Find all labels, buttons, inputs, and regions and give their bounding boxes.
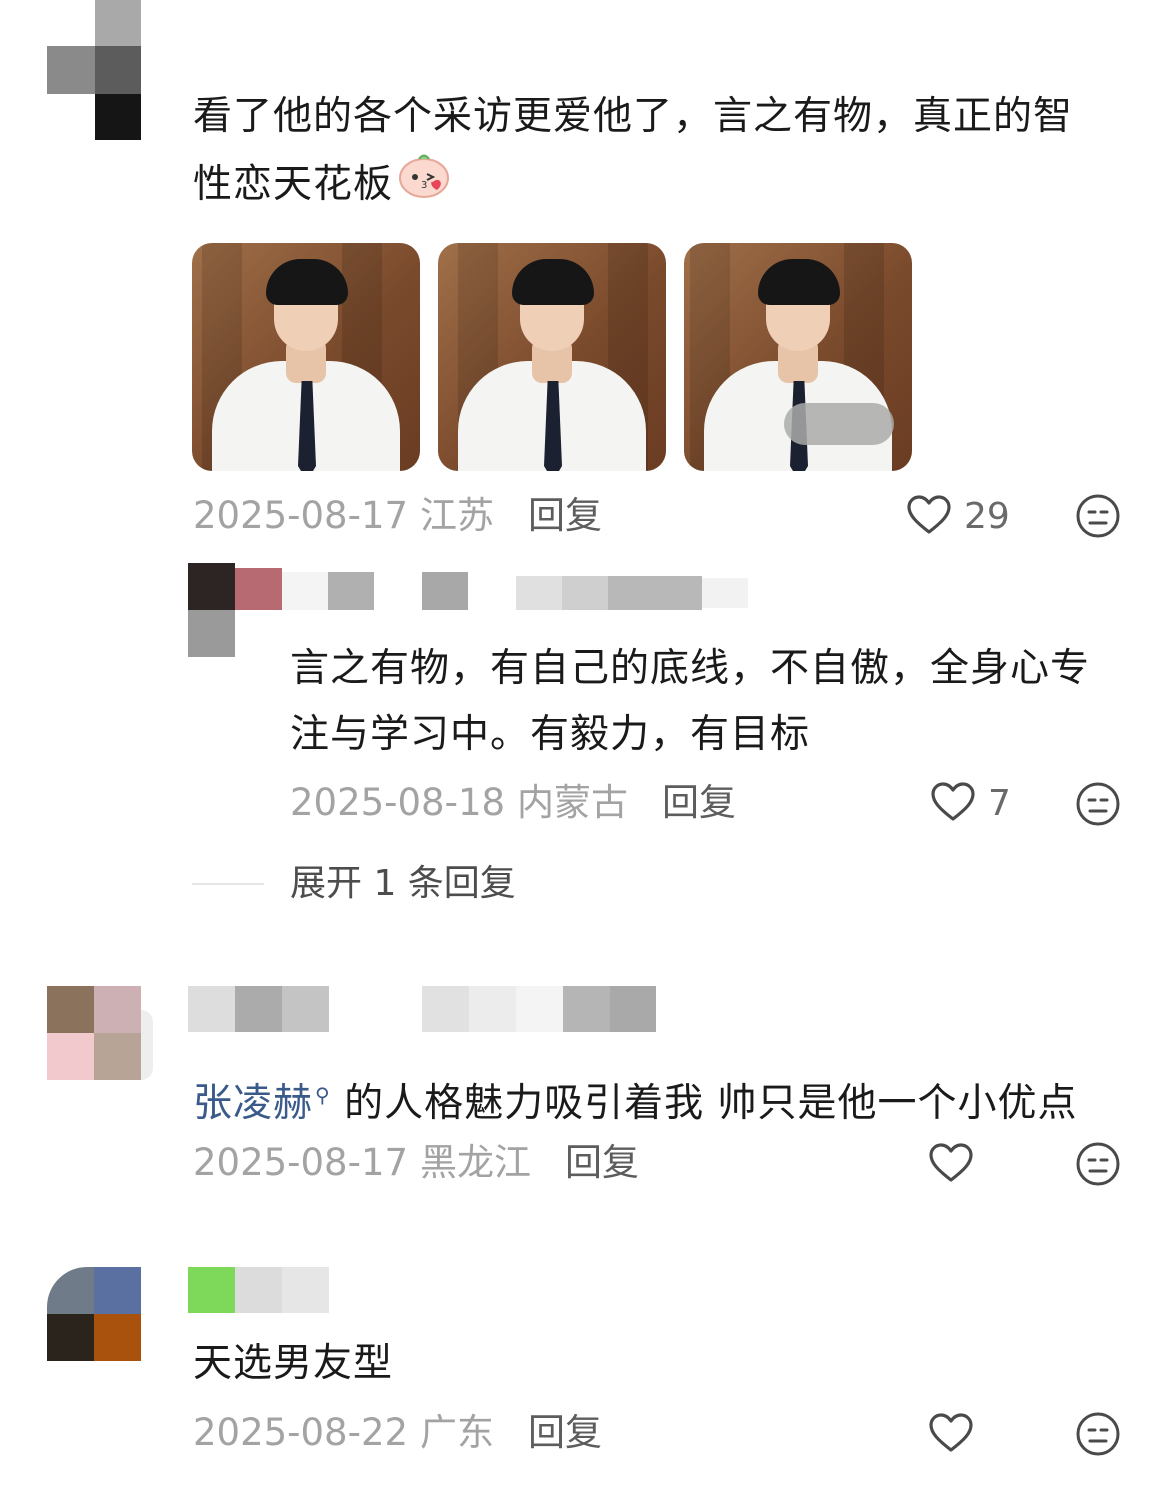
reply-button[interactable]: 回复 (528, 494, 602, 538)
like-button[interactable] (928, 1412, 986, 1458)
comment-meta: 2025-08-22 广东 回复 (193, 1411, 602, 1455)
reply-reply-button[interactable]: 回复 (662, 781, 736, 825)
svg-text:3: 3 (421, 180, 428, 191)
comment-location: 黑龙江 (420, 1141, 532, 1184)
reply-meta: 2025-08-18 内蒙古 回复 (290, 781, 736, 825)
reply-text-line-1: 言之有物，有自己的底线，不自傲，全身心专 (290, 646, 1091, 691)
heart-outline-icon (928, 1412, 974, 1458)
blurred-watermark (784, 403, 894, 445)
like-button[interactable]: 29 (906, 494, 1010, 540)
emoji-sticker-icon: 3 (397, 150, 451, 219)
meh-face-icon[interactable] (1075, 1141, 1121, 1191)
reply-like-button[interactable]: 7 (930, 781, 1011, 827)
comment-text: 张凌赫 ⚲ 的人格魅力吸引着我 帅只是他一个小优点 (193, 1062, 1153, 1137)
like-count: 29 (964, 496, 1010, 537)
expand-replies-button[interactable]: 展开 1 条回复 (290, 862, 516, 906)
mention-name: 张凌赫 (193, 1081, 314, 1126)
comment-text: 天选男友型 (193, 1341, 394, 1386)
search-icon: ⚲ (315, 1083, 331, 1107)
reply-date: 2025-08-18 (290, 781, 506, 824)
comment-date: 2025-08-17 (193, 494, 409, 537)
reply-text-line-2: 注与学习中。有毅力，有目标 (290, 712, 811, 757)
meh-face-icon[interactable] (1075, 1411, 1121, 1461)
meh-face-icon[interactable] (1075, 781, 1121, 831)
meh-face-icon[interactable] (1075, 493, 1121, 543)
reply-like-count: 7 (988, 783, 1011, 824)
reply-location: 内蒙古 (517, 781, 629, 824)
comment-location: 江苏 (420, 494, 495, 537)
comment-text-line-2: 性恋天花板 (193, 161, 394, 207)
comment-date: 2025-08-22 (193, 1411, 409, 1454)
comment-date: 2025-08-17 (193, 1141, 409, 1184)
comment-text-body: 的人格魅力吸引着我 帅只是他一个小优点 (330, 1081, 1078, 1126)
reply-button[interactable]: 回复 (528, 1411, 602, 1455)
thumbnail-2[interactable] (438, 243, 666, 471)
thumbnail-1[interactable] (192, 243, 420, 471)
comment-text: 看了他的各个采访更爱他了，言之有物，真正的智 性恋天花板 3 (193, 84, 1133, 219)
heart-outline-icon (928, 1142, 974, 1188)
reply-text: 言之有物，有自己的底线，不自傲，全身心专 注与学习中。有毅力，有目标 (290, 636, 1140, 768)
comment-meta: 2025-08-17 江苏 回复 (193, 494, 602, 538)
heart-outline-icon (930, 781, 976, 827)
heart-outline-icon (906, 494, 952, 540)
mention-link[interactable]: 张凌赫 ⚲ (193, 1081, 331, 1126)
like-button[interactable] (928, 1142, 986, 1188)
reply-button[interactable]: 回复 (565, 1141, 639, 1185)
expand-divider (192, 883, 264, 885)
thumbnail-3[interactable] (684, 243, 912, 471)
comment-location: 广东 (420, 1411, 495, 1454)
comment-text-line-1: 看了他的各个采访更爱他了，言之有物，真正的智 (193, 94, 1074, 139)
comment-meta: 2025-08-17 黑龙江 回复 (193, 1141, 639, 1185)
